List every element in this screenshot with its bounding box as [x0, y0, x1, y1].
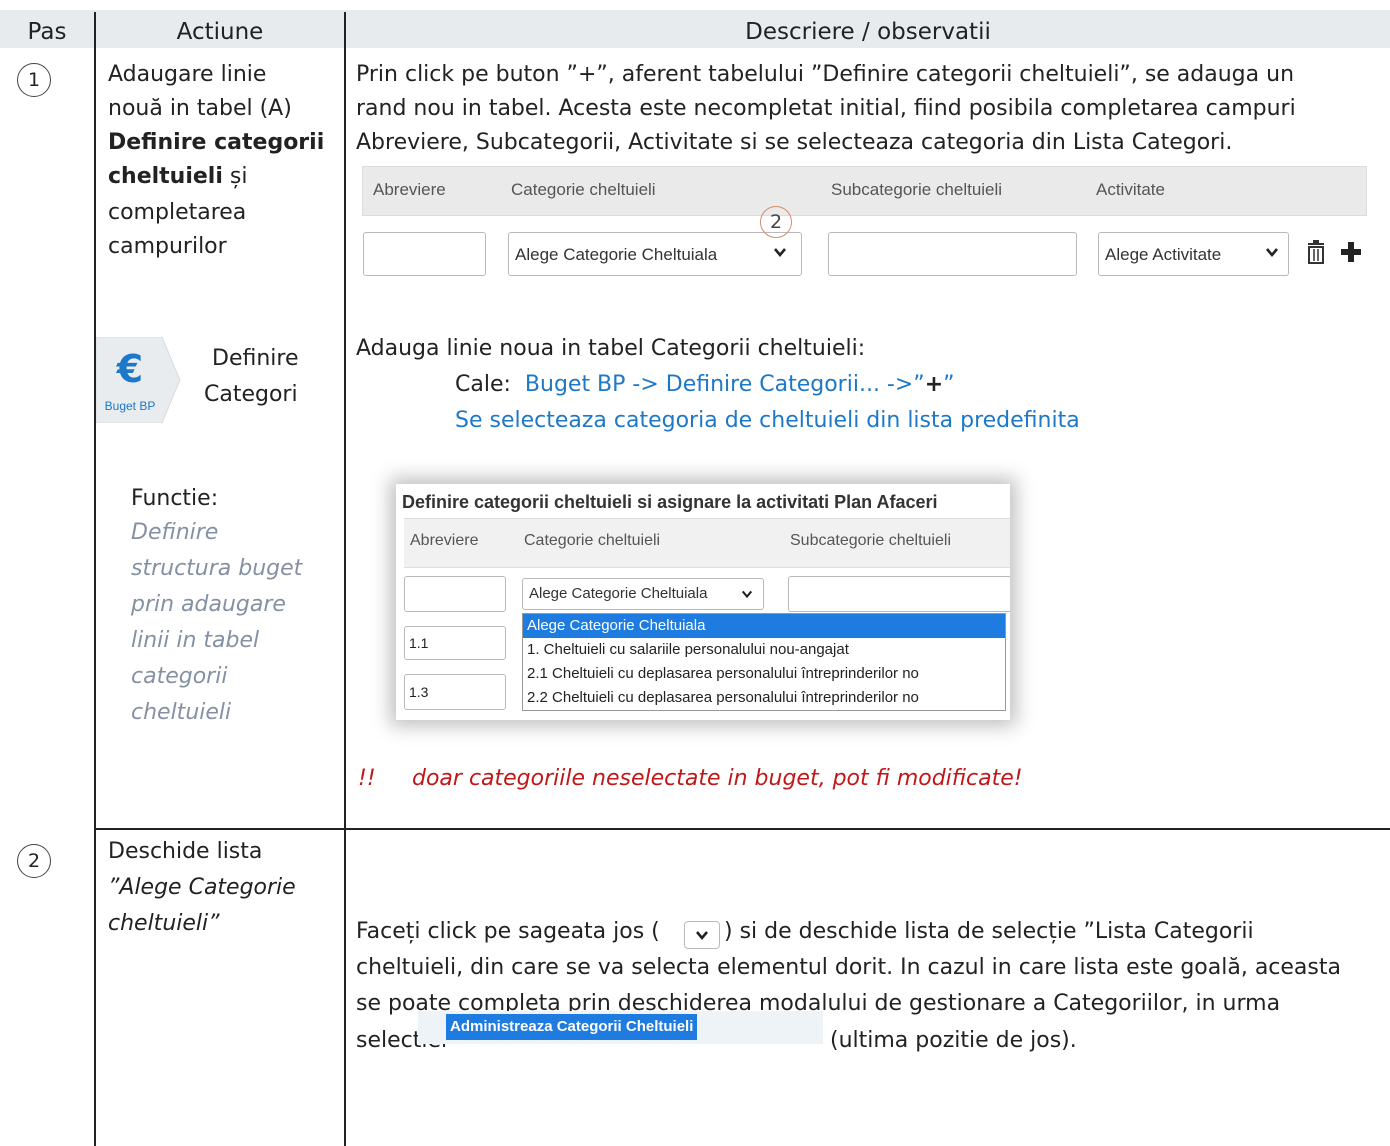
step1-action-line: campurilor: [108, 234, 227, 259]
chevron-down-icon: [1266, 248, 1278, 258]
step1-desc-line: Prin click pe buton ”+”, aferent tabelul…: [356, 62, 1295, 87]
cale-end: ”: [943, 372, 955, 397]
trash-icon[interactable]: [1306, 240, 1326, 264]
screenshot-row-value: 1.3: [409, 684, 429, 700]
functie-line: structura buget: [131, 556, 303, 581]
euro-icon: €: [116, 347, 144, 391]
screenshot-row-input[interactable]: 1.3: [404, 674, 506, 710]
warning-text: doar categoriile neselectate in buget, p…: [412, 766, 1023, 791]
warning-mark: !!: [358, 766, 376, 791]
activitate-select[interactable]: Alege Activitate: [1098, 232, 1289, 276]
mock-col-abreviere: Abreviere: [373, 180, 446, 199]
column-divider-2: [344, 12, 346, 1146]
step2-desc-post: ) si de deschide lista de selecție ”List…: [724, 919, 1254, 944]
step2-desc-end: (ultima pozitie de jos).: [830, 1028, 1077, 1053]
step2-action-italic: cheltuieli”: [108, 911, 220, 936]
step1-action-bold: cheltuieli: [108, 164, 223, 189]
step-number-1: 1: [17, 63, 51, 97]
step2-action-line: Deschide lista: [108, 839, 263, 864]
abreviere-input[interactable]: [363, 232, 486, 276]
screenshot-col-subcategorie: Subcategorie cheltuieli: [790, 532, 951, 549]
step2-desc-line: cheltuieli, din care se va selecta eleme…: [356, 955, 1341, 980]
chevron-down-icon: [696, 931, 708, 941]
step1-action-line: completarea: [108, 200, 247, 225]
step1-action-bold-line: cheltuieli și: [108, 160, 247, 194]
mock-col-activitate: Activitate: [1096, 180, 1165, 199]
functie-line: cheltuieli: [131, 700, 232, 725]
screenshot-col-abreviere: Abreviere: [410, 532, 479, 549]
menu-text-line: Definire: [212, 346, 299, 371]
chevron-down-icon: [774, 248, 786, 258]
categorie-select[interactable]: Alege Categorie Cheltuiala: [508, 232, 802, 276]
step1-desc-line: rand nou in tabel. Acesta este necomplet…: [356, 96, 1296, 121]
adauga-title: Adauga linie noua in tabel Categorii che…: [356, 336, 866, 361]
menu-text-line: Categori: [204, 382, 298, 407]
plus-icon[interactable]: [1340, 241, 1362, 263]
header-descriere: Descriere / observatii: [745, 19, 991, 45]
screenshot-col-categorie: Categorie cheltuieli: [524, 532, 661, 549]
step1-action-line: Adaugare linie: [108, 62, 267, 87]
screenshot-subcategorie-input[interactable]: [788, 576, 1010, 612]
table-header: Pas Actiune Descriere / observatii: [0, 10, 1390, 48]
category-dropdown-list: Alege Categorie Cheltuiala 1. Cheltuieli…: [522, 613, 1006, 711]
mock-col-categorie: Categorie cheltuieli: [511, 180, 656, 199]
step1-action-bold: Definire categorii: [108, 130, 325, 155]
cale-path: Buget BP -> Definire Categorii... ->”: [524, 372, 925, 397]
callout-number-2: 2: [760, 206, 792, 238]
screenshot-row-input[interactable]: 1.1: [404, 626, 506, 660]
administreaza-categorii-button: Administreaza Categorii Cheltuieli: [418, 1011, 823, 1044]
column-divider-1: [94, 12, 96, 1146]
screenshot-title: Definire categorii cheltuieli si asignar…: [402, 492, 938, 512]
functie-label: Functie:: [131, 486, 219, 511]
cale-plus: +: [924, 372, 944, 397]
activitate-select-value: Alege Activitate: [1105, 245, 1222, 264]
dropdown-option[interactable]: 1. Cheltuieli cu salariile personalului …: [523, 638, 1005, 662]
screenshot-table-header: Abreviere Categorie cheltuieli Subcatego…: [404, 518, 1010, 568]
dropdown-option[interactable]: 2.1 Cheltuieli cu deplasarea personalulu…: [523, 662, 1005, 686]
row-divider: [96, 828, 1390, 830]
mock-col-subcategorie: Subcategorie cheltuieli: [831, 180, 1003, 199]
functie-line: prin adaugare: [131, 592, 286, 617]
admin-button-label: Administreaza Categorii Cheltuieli: [446, 1014, 698, 1040]
step2-action-italic: ”Alege Categorie: [108, 875, 296, 900]
cale-label: Cale:: [455, 372, 511, 397]
screenshot-categorie-select[interactable]: Alege Categorie Cheltuiala: [522, 578, 764, 610]
screenshot-row-value: 1.1: [409, 635, 429, 651]
mini-dropdown-button: [684, 921, 720, 949]
screenshot-select-value: Alege Categorie Cheltuiala: [529, 585, 708, 602]
mock-table-header: Abreviere Categorie cheltuieli Subcatego…: [362, 166, 1367, 216]
chevron-down-icon: [741, 590, 753, 599]
functie-line: Definire: [131, 520, 219, 545]
step-number-2: 2: [17, 844, 51, 878]
menu-button-label: Buget BP: [104, 399, 156, 413]
functie-line: linii in tabel: [131, 628, 260, 653]
screenshot-abreviere-input[interactable]: [404, 576, 506, 612]
subcategorie-input[interactable]: [828, 232, 1077, 276]
buget-bp-menu-button[interactable]: € Buget BP: [95, 336, 182, 424]
cale-note: Se selecteaza categoria de cheltuieli di…: [455, 408, 1080, 433]
cale-line: Cale: Buget BP -> Definire Categorii... …: [455, 368, 955, 402]
step2-desc-pre: Faceți click pe sageata jos (: [356, 919, 660, 944]
step1-desc-line: Abreviere, Subcategorii, Activitate si s…: [356, 130, 1233, 155]
categorie-select-value: Alege Categorie Cheltuiala: [515, 245, 718, 264]
header-actiune: Actiune: [176, 19, 264, 45]
dropdown-option[interactable]: Alege Categorie Cheltuiala: [523, 614, 1005, 638]
header-pas: Pas: [27, 19, 67, 45]
dropdown-option[interactable]: 2.2 Cheltuieli cu deplasarea personalulu…: [523, 686, 1005, 710]
step1-action-line: nouă in tabel (A): [108, 96, 292, 121]
embedded-screenshot: Definire categorii cheltuieli si asignar…: [396, 484, 1010, 720]
step1-action-si: și: [222, 164, 248, 189]
functie-line: categorii: [131, 664, 228, 689]
